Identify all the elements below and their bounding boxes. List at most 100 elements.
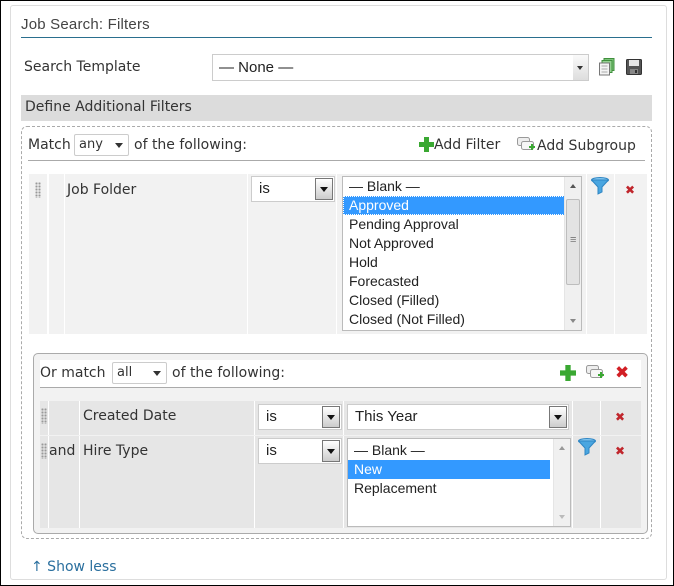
subgroup-match-mode-select[interactable]: all [112,362,167,384]
filter-row: Job Folder is — Blank — Approved Pending… [29,174,647,334]
listbox-option[interactable]: — Blank — [348,441,570,460]
value-cell: This Year [344,401,572,435]
add-filter-icon[interactable] [560,365,576,381]
filter-options-cell [573,436,600,528]
operator-cell: is [248,174,336,334]
conjunction-label: and [49,443,76,459]
conjunction-cell [49,401,79,435]
listbox-options: — Blank — Approved Pending Approval Not … [343,177,581,329]
subgroup-match-row: Or match all of the following: ✖ [40,360,641,388]
add-filter-button[interactable]: Add Filter [419,137,500,153]
remove-filter-icon[interactable]: ✖ [625,184,635,196]
value-cell: — Blank — Approved Pending Approval Not … [337,174,586,334]
add-filter-label: Add Filter [434,137,501,153]
window-frame: Job Search: Filters Search Template — No… [1,1,673,585]
search-template-label: Search Template [24,59,141,75]
subgroup-match-mode-value: all [117,365,133,380]
job-folder-listbox[interactable]: — Blank — Approved Pending Approval Not … [342,176,582,331]
subgroup-match-prefix: Or match [40,365,106,381]
operator-value: is [266,408,277,425]
match-mode-select[interactable]: any [74,134,129,156]
chevron-down-icon[interactable] [573,55,588,80]
field-cell: Job Folder [65,174,247,334]
panel-title: Job Search: Filters [21,16,652,38]
remove-subgroup-icon[interactable]: ✖ [615,363,629,383]
hire-type-listbox[interactable]: — Blank — New Replacement [347,438,571,527]
operator-cell: is [255,436,343,528]
add-subgroup-icon[interactable] [586,365,606,381]
scroll-down-icon[interactable] [559,515,565,519]
save-icon[interactable] [626,59,642,75]
match-row: Match any of the following: Add Filter A… [28,133,645,161]
filter-row: and Hire Type is — Blank — New Replaceme… [40,436,641,528]
listbox-option[interactable]: Not Approved [343,234,581,253]
scroll-up-icon[interactable] [570,184,576,188]
date-range-value: This Year [355,408,418,425]
grip-icon [35,182,41,198]
operator-select[interactable]: is [251,176,335,202]
listbox-option[interactable]: Replacement [348,479,570,498]
remove-cell: ✖ [601,401,641,435]
listbox-option[interactable]: — Blank — [343,177,581,196]
match-prefix: Match [28,137,71,153]
match-mode-value: any [79,137,103,152]
filter-options-cell [573,401,600,435]
grip-icon [41,443,47,459]
field-label: Job Folder [67,182,137,198]
remove-filter-icon[interactable]: ✖ [615,445,625,457]
add-subgroup-button[interactable]: Add Subgroup [517,137,636,154]
operator-cell: is [255,401,343,435]
chevron-down-icon[interactable] [322,440,340,462]
funnel-icon[interactable] [591,177,609,195]
scroll-thumb[interactable] [566,199,580,285]
chevron-down-icon[interactable] [322,406,340,428]
listbox-option-selected[interactable]: Approved [343,196,581,215]
listbox-option-selected[interactable]: New [348,460,550,479]
listbox-option[interactable]: Hold [343,253,581,272]
plus-icon [419,137,434,152]
drag-handle[interactable] [40,436,48,528]
field-cell: Hire Type [80,436,254,528]
job-search-filters-panel: Job Search: Filters Search Template — No… [10,5,667,580]
remove-filter-icon[interactable]: ✖ [615,411,625,423]
field-label: Created Date [83,408,177,424]
remove-cell: ✖ [615,174,647,334]
listbox-options: — Blank — New Replacement [348,439,570,498]
listbox-option[interactable]: Forecasted [343,272,581,291]
subgroup-match-suffix: of the following: [172,365,286,381]
search-template-select[interactable]: — None — [212,54,589,81]
funnel-icon[interactable] [578,438,596,456]
date-range-select[interactable]: This Year [347,404,569,430]
listbox-scrollbar[interactable] [553,439,570,526]
listbox-option[interactable]: Pending Approval [343,215,581,234]
chevron-down-icon[interactable] [315,178,333,200]
drag-handle[interactable] [29,174,47,334]
add-subgroup-label: Add Subgroup [537,138,636,154]
chevron-down-icon[interactable] [549,406,567,428]
add-subgroup-icon [517,137,535,150]
conjunction-cell [49,174,64,334]
operator-value: is [266,442,277,459]
filter-options-cell [587,174,614,334]
field-cell: Created Date [80,401,254,435]
field-label: Hire Type [83,443,149,459]
value-cell: — Blank — New Replacement [344,436,572,528]
copy-icon[interactable] [599,58,615,76]
listbox-scrollbar[interactable] [564,177,581,330]
filter-row: Created Date is This Year ✖ [40,401,641,435]
scroll-down-icon[interactable] [570,319,576,323]
operator-select[interactable]: is [258,404,342,430]
show-less-link[interactable]: ↑ Show less [31,559,117,575]
grip-icon [41,408,47,424]
define-additional-filters-header: Define Additional Filters [21,95,652,121]
listbox-option[interactable]: Closed (Filled) [343,291,581,310]
remove-cell: ✖ [601,436,641,528]
match-suffix: of the following: [134,137,248,153]
drag-handle[interactable] [40,401,48,435]
search-template-value: — None — [219,59,294,76]
scroll-up-icon[interactable] [559,446,565,450]
operator-select[interactable]: is [258,438,342,464]
operator-value: is [259,180,270,197]
conjunction-cell: and [49,436,79,528]
listbox-option[interactable]: Closed (Not Filled) [343,310,581,329]
